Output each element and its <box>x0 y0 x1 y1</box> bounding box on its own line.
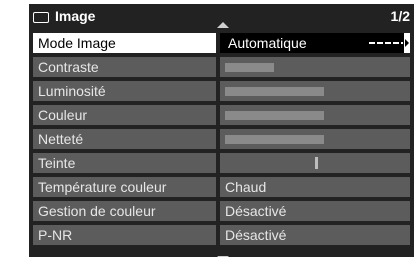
menu-item-label: Luminosité <box>33 81 216 101</box>
menu-header: Image 1/2 <box>29 4 414 30</box>
menu-item-value: Chaud <box>220 177 410 197</box>
menu-item-label: Contraste <box>33 57 216 77</box>
menu-item-nettete[interactable]: Netteté <box>33 129 410 149</box>
mode-image-selector[interactable]: Automatique <box>220 33 410 53</box>
menu-item-temperature-couleur[interactable]: Température couleur Chaud <box>33 177 410 197</box>
picture-settings-menu: Image 1/2 Mode Image Automatique Contras… <box>29 4 414 257</box>
menu-item-label: Température couleur <box>33 177 216 197</box>
menu-item-couleur[interactable]: Couleur <box>33 105 410 125</box>
nettete-slider[interactable] <box>220 129 410 149</box>
menu-item-value: Désactivé <box>220 225 410 245</box>
menu-item-value: Désactivé <box>220 201 410 221</box>
menu-item-luminosite[interactable]: Luminosité <box>33 81 410 101</box>
menu-item-label: Gestion de couleur <box>33 201 216 221</box>
contraste-slider[interactable] <box>220 57 410 77</box>
menu-item-label: Teinte <box>33 153 216 173</box>
scroll-up-icon[interactable] <box>217 22 229 28</box>
option-dots-icon <box>369 42 403 44</box>
menu-title: Image <box>55 8 96 24</box>
mode-image-value: Automatique <box>228 35 307 51</box>
menu-item-contraste[interactable]: Contraste <box>33 57 410 77</box>
menu-item-gestion-de-couleur[interactable]: Gestion de couleur Désactivé <box>33 201 410 221</box>
menu-item-label: P-NR <box>33 225 216 245</box>
menu-item-label: Couleur <box>33 105 216 125</box>
scroll-down-icon[interactable] <box>217 256 229 257</box>
level-bar <box>225 63 274 72</box>
couleur-slider[interactable] <box>220 105 410 125</box>
menu-item-mode-image[interactable]: Mode Image Automatique <box>33 33 410 53</box>
level-bar <box>225 111 324 120</box>
menu-item-teinte[interactable]: Teinte <box>33 153 410 173</box>
arrow-right-icon[interactable] <box>405 39 409 47</box>
luminosite-slider[interactable] <box>220 81 410 101</box>
page-indicator: 1/2 <box>390 8 410 24</box>
level-marker <box>315 157 318 169</box>
menu-item-label: Mode Image <box>33 33 216 53</box>
menu-item-label: Netteté <box>33 129 216 149</box>
level-bar <box>225 135 324 144</box>
screen-icon <box>33 12 49 23</box>
level-bar <box>225 87 324 96</box>
teinte-slider[interactable] <box>220 153 410 173</box>
menu-item-p-nr[interactable]: P-NR Désactivé <box>33 225 410 245</box>
